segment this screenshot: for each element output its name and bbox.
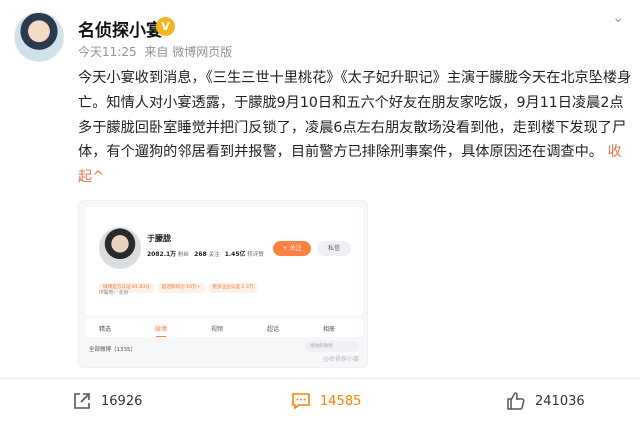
like-button[interactable]: 241036 <box>506 390 585 412</box>
profile-card: 于朦胧 2082.1万 粉丝 268 关注 1.45亿 转评赞 + 关注 私信 … <box>85 207 363 315</box>
profile-avatar <box>99 227 141 269</box>
comment-count: 14585 <box>320 393 362 409</box>
follow-button: + 关注 <box>273 241 311 256</box>
profile-badge: 超话影响力 10万+ <box>157 283 205 293</box>
post-text: 今天小宴收到消息，《三生三世十里桃花》《太子妃升职记》主演于朦胧今天在北京坠楼身… <box>78 66 633 190</box>
profile-badge: 更多企业认证 2.3万 <box>208 283 258 293</box>
tab-featured: 精选 <box>99 326 112 333</box>
chevron-up-icon: ^ <box>92 169 105 186</box>
profile-tabs: 精选 微博 视频 超话 相册 <box>85 319 363 337</box>
post-meta: 今天11:25 来自 微博网页版 <box>78 43 236 60</box>
vip-crown-icon: V <box>156 17 175 36</box>
repost-count: 16926 <box>101 393 143 409</box>
comment-button[interactable]: 14585 <box>291 390 361 412</box>
tab-video: 视频 <box>211 326 224 333</box>
author-avatar[interactable] <box>14 12 64 62</box>
comment-icon <box>292 393 310 410</box>
watermark: @名侦探小宴 <box>322 356 359 363</box>
repost-icon <box>74 393 90 409</box>
thumbs-up-icon <box>507 392 525 410</box>
profile-stats: 2082.1万 粉丝 268 关注 1.45亿 转评赞 <box>147 251 264 258</box>
tab-supertopic: 超话 <box>267 326 280 333</box>
post-source: 来自 微博网页版 <box>144 45 233 59</box>
profile-name: 于朦胧 <box>147 234 171 243</box>
all-posts-label: 全部微博（1335） <box>89 347 136 353</box>
embedded-screenshot[interactable]: 于朦胧 2082.1万 粉丝 268 关注 1.45亿 转评赞 + 关注 私信 … <box>78 200 368 368</box>
action-bar: 16926 14585 241036 <box>0 378 640 422</box>
message-button: 私信 <box>317 241 351 256</box>
author-name[interactable]: 名侦探小宴 <box>78 16 163 41</box>
profile-search: 搜他的微博 <box>305 341 359 352</box>
profile-location: IP属地：北京 <box>99 290 129 296</box>
like-count: 241036 <box>535 393 585 409</box>
post-time[interactable]: 今天11:25 <box>78 45 137 59</box>
tab-weibo: 微博 <box>155 326 168 337</box>
tab-album: 相册 <box>323 326 336 333</box>
chevron-down-icon[interactable]: ⌄ <box>612 10 624 26</box>
repost-button[interactable]: 16926 <box>72 390 142 412</box>
post-body: 今天小宴收到消息，《三生三世十里桃花》《太子妃升职记》主演于朦胧今天在北京坠楼身… <box>78 70 632 161</box>
